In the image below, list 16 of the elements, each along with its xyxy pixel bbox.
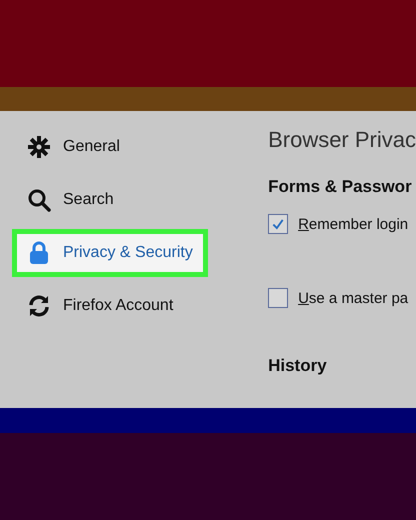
sync-icon (27, 294, 51, 318)
sidebar-item[interactable]: Firefox Account (12, 282, 208, 330)
checkbox[interactable] (268, 214, 288, 234)
sidebar-item[interactable]: Search (12, 176, 208, 224)
checkbox-label: Use a master pa (298, 290, 408, 306)
section-heading: History (268, 356, 328, 376)
checkbox-label: Remember login (298, 216, 408, 232)
section-heading: Forms & Passwor (268, 177, 413, 197)
page-title: Browser Privac (268, 127, 416, 154)
lock-icon (27, 241, 51, 265)
highlighted-sidebar-item[interactable]: Privacy & Security (12, 229, 208, 277)
checkbox[interactable] (268, 288, 288, 308)
checkmark-icon (271, 217, 286, 231)
search-icon (27, 188, 51, 212)
settings-icon (27, 135, 51, 159)
sidebar-item[interactable]: General (12, 123, 208, 171)
